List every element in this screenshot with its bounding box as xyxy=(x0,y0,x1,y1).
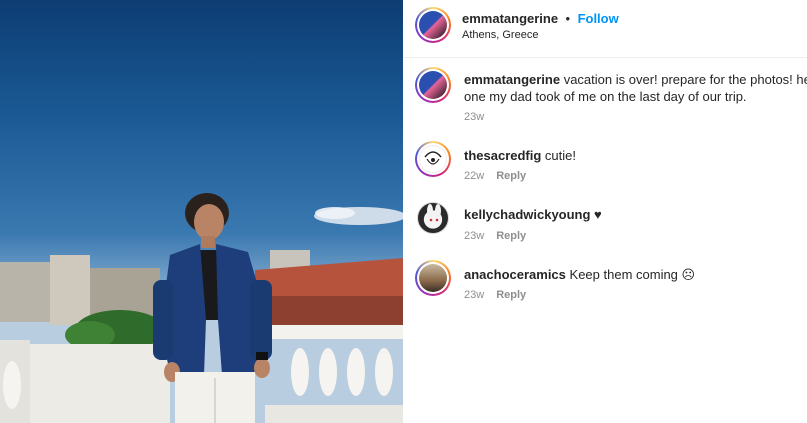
post-photo[interactable] xyxy=(0,0,403,423)
comment-username[interactable]: anachoceramics xyxy=(464,267,566,282)
comment-body: cutie! xyxy=(541,148,576,163)
caption-time[interactable]: 23w xyxy=(464,111,484,123)
caption-meta: 23w xyxy=(464,111,484,123)
avatar-emmatangerine-icon xyxy=(419,71,447,99)
avatar-thesacredfig-icon xyxy=(419,145,447,173)
comment-body: Keep them coming ☹ xyxy=(565,267,696,282)
comment-avatar[interactable] xyxy=(415,260,451,296)
caption-line-1: vacation is over! prepare for the photos… xyxy=(563,72,807,87)
comment-avatar[interactable] xyxy=(415,141,451,177)
caption-avatar[interactable] xyxy=(415,67,451,103)
follow-button[interactable]: Follow xyxy=(578,11,619,26)
reply-button[interactable]: Reply xyxy=(496,230,526,242)
author-line: emmatangerine • Follow xyxy=(462,10,619,28)
avatar-anachoceramics-icon xyxy=(419,264,447,292)
comment-body: ♥ xyxy=(590,207,602,222)
comment-text: thesacredfig cutie! xyxy=(464,147,576,164)
reply-button[interactable]: Reply xyxy=(496,289,526,301)
comment-meta: 23w Reply xyxy=(464,230,526,242)
comment-time[interactable]: 23w xyxy=(464,289,484,301)
caption-line-2: one my dad took of me on the last day of… xyxy=(464,89,747,104)
post-location[interactable]: Athens, Greece xyxy=(462,29,538,41)
comment-text: kellychadwickyoung ♥ xyxy=(464,206,602,223)
post-side-panel: emmatangerine • Follow Athens, Greece em… xyxy=(403,0,807,423)
caption-text: emmatangerine vacation is over! prepare … xyxy=(464,71,807,105)
comment-meta: 22w Reply xyxy=(464,170,526,182)
avatar-kellychadwickyoung-icon[interactable] xyxy=(417,202,449,234)
comment-username[interactable]: thesacredfig xyxy=(464,148,541,163)
author-avatar[interactable] xyxy=(415,7,451,43)
post-header: emmatangerine • Follow Athens, Greece xyxy=(403,0,807,58)
follow-separator: • xyxy=(565,11,571,26)
comment-time[interactable]: 22w xyxy=(464,170,484,182)
comment-username[interactable]: kellychadwickyoung xyxy=(464,207,590,222)
comment-meta: 23w Reply xyxy=(464,289,526,301)
post-photo-illustration xyxy=(0,193,403,423)
author-username[interactable]: emmatangerine xyxy=(462,11,558,26)
caption-username[interactable]: emmatangerine xyxy=(464,72,560,87)
avatar-emmatangerine-icon xyxy=(419,11,447,39)
comment-time[interactable]: 23w xyxy=(464,230,484,242)
comment-text: anachoceramics Keep them coming ☹ xyxy=(464,266,695,283)
reply-button[interactable]: Reply xyxy=(496,170,526,182)
